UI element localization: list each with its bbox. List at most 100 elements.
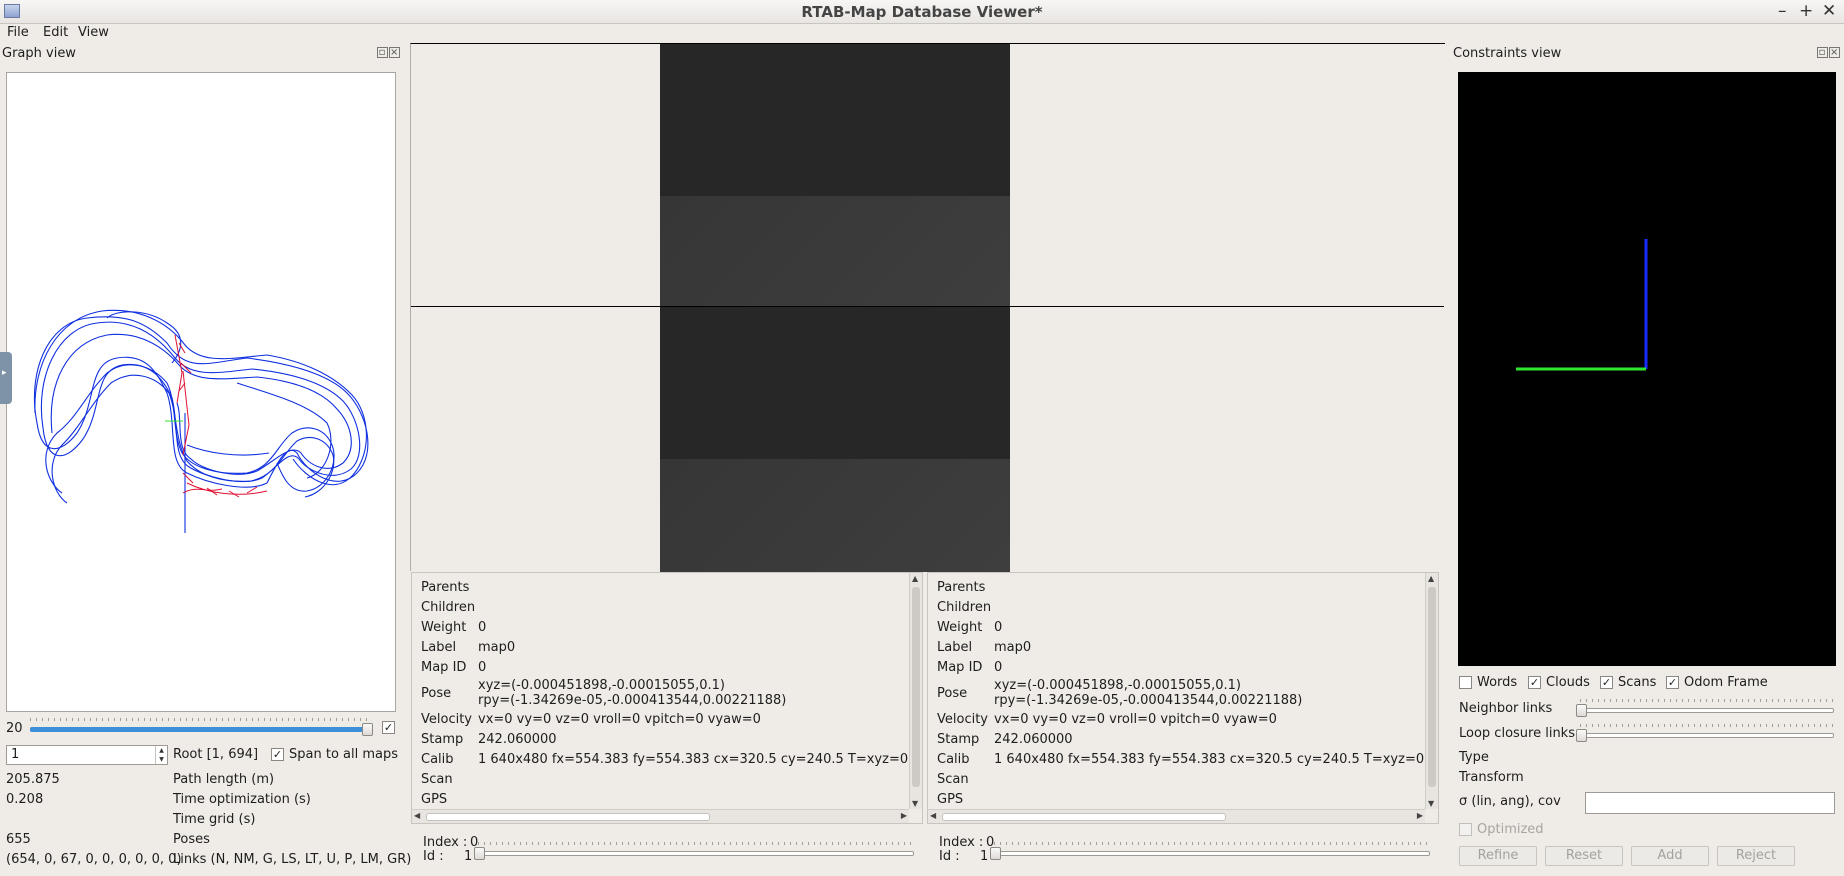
- neighbor-links-slider[interactable]: [1580, 708, 1834, 713]
- weight-key: Weight: [937, 620, 983, 635]
- gps-key: GPS: [421, 792, 448, 807]
- trajectory-paths: [33, 309, 369, 533]
- node-info-right[interactable]: Parents Children Weight 0 Label map0 Map I…: [927, 572, 1439, 824]
- stat-label: Time grid (s): [173, 812, 256, 827]
- scan-key: Scan: [937, 772, 969, 787]
- label-value: map0: [994, 640, 1032, 655]
- menu-edit[interactable]: Edit: [43, 25, 68, 40]
- pose-xyz-value: xyz=(-0.000451898,-0.00015055,0.1): [478, 678, 725, 693]
- index-slider-handle[interactable]: [990, 847, 1001, 860]
- scroll-up-icon[interactable]: ▲: [912, 574, 918, 583]
- scroll-up-icon[interactable]: ▲: [1428, 574, 1434, 583]
- stat-value: (654, 0, 67, 0, 0, 0, 0, 0, 0): [6, 852, 182, 867]
- index-slider[interactable]: [994, 851, 1430, 856]
- hscroll-thumb[interactable]: [426, 813, 710, 821]
- image-right-light: [660, 459, 1010, 572]
- graph-canvas[interactable]: [6, 72, 396, 712]
- menu-file[interactable]: File: [7, 25, 29, 40]
- vertical-scrollbar[interactable]: ▲ ▼: [1425, 573, 1438, 809]
- reject-button[interactable]: Reject: [1717, 846, 1795, 866]
- slider-value: 20: [6, 721, 23, 736]
- scroll-left-icon[interactable]: ◀: [414, 811, 420, 820]
- window-title: RTAB-Map Database Viewer*: [801, 3, 1043, 21]
- horizontal-scrollbar[interactable]: ◀ ▶: [412, 809, 909, 823]
- image-right-dark: [660, 307, 1010, 459]
- stat-value: 655: [6, 832, 31, 847]
- scroll-down-icon[interactable]: ▼: [912, 799, 918, 808]
- calib-key: Calib: [421, 752, 454, 767]
- reset-button[interactable]: Reset: [1545, 846, 1623, 866]
- constraints-dock-buttons: ▫ ×: [1816, 47, 1840, 58]
- node-spinbox[interactable]: 1 ▲ ▼: [6, 745, 168, 765]
- slider-checkbox[interactable]: ✓: [382, 721, 395, 734]
- index-label: Index :: [939, 835, 984, 850]
- label-key: Label: [937, 640, 973, 655]
- scroll-right-icon[interactable]: ▶: [901, 811, 907, 820]
- id-value: 1: [464, 849, 473, 864]
- stat-label: Poses: [173, 832, 210, 847]
- optimized-checkbox[interactable]: [1459, 823, 1472, 836]
- refine-button[interactable]: Refine: [1459, 846, 1537, 866]
- odom-frame-checkbox[interactable]: ✓: [1666, 676, 1679, 689]
- horizontal-scrollbar[interactable]: ◀ ▶: [928, 809, 1425, 823]
- dock-close-icon[interactable]: ×: [389, 47, 400, 58]
- loop-closure-links-slider[interactable]: [1580, 733, 1834, 738]
- sigma-field[interactable]: [1585, 792, 1835, 814]
- vertical-scrollbar[interactable]: ▲ ▼: [909, 573, 922, 809]
- children-key: Children: [421, 600, 476, 615]
- menu-bar: File Edit View: [0, 24, 1844, 44]
- spin-arrows-icon[interactable]: ▲ ▼: [155, 746, 167, 764]
- calib-key: Calib: [937, 752, 970, 767]
- children-key: Children: [937, 600, 992, 615]
- add-button[interactable]: Add: [1631, 846, 1709, 866]
- dock-close-icon[interactable]: ×: [1829, 47, 1840, 58]
- constraints-canvas[interactable]: [1458, 72, 1836, 666]
- parents-key: Parents: [937, 580, 986, 595]
- odom-frame-axes: [1516, 239, 1648, 371]
- calib-value: 1 640x480 fx=554.383 fy=554.383 cx=320.5…: [478, 752, 923, 767]
- words-checkbox[interactable]: [1459, 676, 1472, 689]
- node-info-left[interactable]: Parents Children Weight 0 Label map0 Map I…: [411, 572, 923, 824]
- minimize-icon[interactable]: –: [1778, 1, 1787, 21]
- scroll-right-icon[interactable]: ▶: [1417, 811, 1423, 820]
- image-view-area[interactable]: [410, 43, 1445, 572]
- close-icon[interactable]: ✕: [1822, 1, 1836, 21]
- velocity-value: vx=0 vy=0 vz=0 vroll=0 vpitch=0 vyaw=0: [478, 712, 761, 727]
- words-label: Words: [1477, 675, 1518, 690]
- maximize-icon[interactable]: +: [1799, 1, 1813, 21]
- scroll-thumb[interactable]: [912, 587, 920, 787]
- calib-value: 1 640x480 fx=554.383 fy=554.383 cx=320.5…: [994, 752, 1439, 767]
- span-label: Span to all maps: [289, 747, 399, 762]
- scroll-thumb[interactable]: [1428, 587, 1436, 787]
- neighbor-slider-handle[interactable]: [1576, 704, 1587, 717]
- pose-key: Pose: [937, 686, 968, 701]
- index-slider-handle[interactable]: [474, 847, 485, 860]
- clouds-checkbox[interactable]: ✓: [1528, 676, 1541, 689]
- stamp-key: Stamp: [421, 732, 464, 747]
- float-icon[interactable]: ▫: [377, 47, 388, 58]
- hscroll-thumb[interactable]: [942, 813, 1226, 821]
- image-splitter[interactable]: [411, 306, 1444, 307]
- float-icon[interactable]: ▫: [1817, 47, 1828, 58]
- neighbor-slider-ticks: [1580, 699, 1834, 702]
- menu-view[interactable]: View: [78, 25, 109, 40]
- scroll-down-icon[interactable]: ▼: [1428, 799, 1434, 808]
- side-panel-handle[interactable]: [0, 352, 12, 404]
- type-label: Type: [1459, 750, 1489, 765]
- graph-view-title: Graph view: [2, 46, 76, 61]
- graph-slider-fill: [30, 727, 366, 732]
- gps-key: GPS: [937, 792, 964, 807]
- scroll-left-icon[interactable]: ◀: [930, 811, 936, 820]
- weight-key: Weight: [421, 620, 467, 635]
- scans-checkbox[interactable]: ✓: [1600, 676, 1613, 689]
- index-slider[interactable]: [478, 851, 914, 856]
- pose-rpy-value: rpy=(-1.34269e-05,-0.000413544,0.0022118…: [994, 693, 1303, 708]
- stat-value: 205.875: [6, 772, 60, 787]
- graph-slider-handle[interactable]: [362, 723, 373, 736]
- neighbor-links-label: Neighbor links: [1459, 701, 1553, 716]
- slider-ticks: [30, 718, 370, 721]
- index-slider-ticks: [994, 842, 1430, 845]
- stat-value: 0.208: [6, 792, 44, 807]
- span-checkbox[interactable]: ✓: [271, 748, 284, 761]
- loop-slider-handle[interactable]: [1576, 729, 1587, 742]
